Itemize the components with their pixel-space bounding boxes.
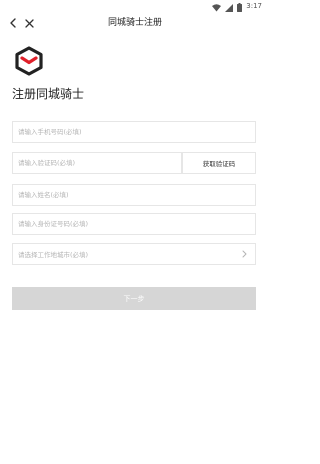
status-bar: 3:17 [0,0,270,12]
chevron-right-icon [239,249,249,259]
page-title: 同城骑士注册 [107,18,162,28]
register-heading: 注册同城骑士 [12,87,85,101]
get-code-button[interactable]: 获取验证码 [182,152,256,174]
verification-code-input[interactable] [13,153,181,173]
city-select[interactable]: 请选择工作地城市(必填) [12,243,256,265]
id-field-wrapper [12,213,256,235]
nav-bar: 同城骑士注册 [0,12,270,34]
status-icons: 3:17 [212,1,262,12]
phone-field-wrapper [12,121,256,143]
city-select-label: 请选择工作地城市(必填) [18,251,89,259]
phone-input[interactable] [13,122,255,142]
register-page: 3:17 同城骑士注册 注册同城骑士 获取验 [0,0,270,464]
id-number-input[interactable] [13,214,255,234]
status-time: 3:17 [246,2,262,10]
close-icon[interactable] [22,16,36,30]
box-logo-icon [14,46,44,76]
back-arrow-icon[interactable] [6,16,20,30]
name-field-wrapper [12,184,256,206]
name-input[interactable] [13,185,255,205]
next-step-button[interactable]: 下一步 [12,287,256,310]
code-field-wrapper [12,152,182,174]
